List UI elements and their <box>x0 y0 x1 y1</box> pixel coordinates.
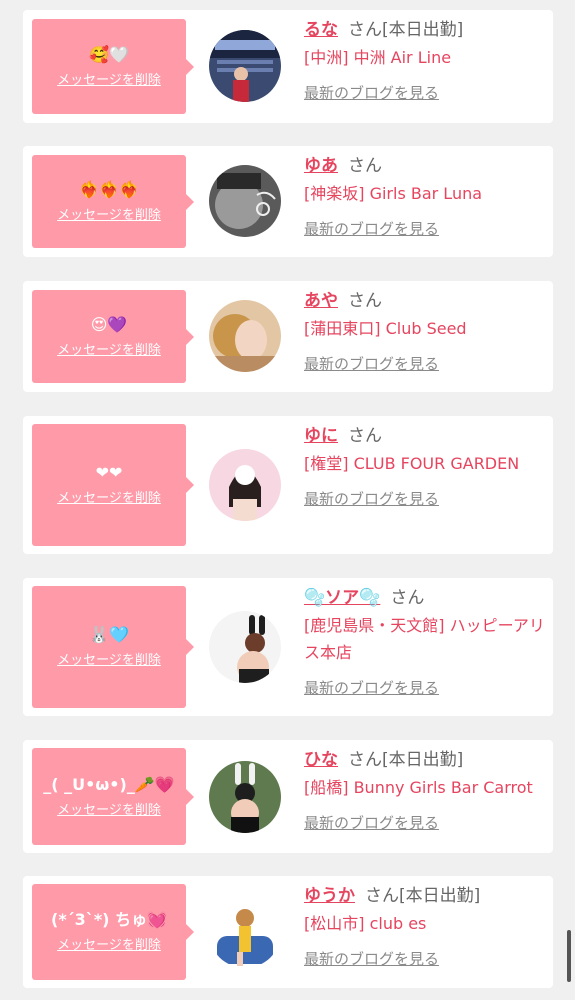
message-card: ❤❤ メッセージを削除 ゆに さん [権堂] CLUB FOUR GARDEN 最… <box>23 416 553 554</box>
message-text: ❤❤ <box>95 463 123 482</box>
latest-blog-link[interactable]: 最新のブログを見る <box>304 219 439 239</box>
shop-name: [権堂] CLUB FOUR GARDEN <box>304 454 520 473</box>
message-text: ❤️‍🔥❤️‍🔥❤️‍🔥 <box>79 179 139 199</box>
latest-blog-link[interactable]: 最新のブログを見る <box>304 678 439 698</box>
delete-message-link[interactable]: メッセージを削除 <box>57 73 161 89</box>
avatar[interactable] <box>209 30 281 102</box>
message-card: (*´3`*) ちゅ💓 メッセージを削除 ゆうか さん[本日出勤] [松山市] c… <box>23 876 553 988</box>
message-card: 😍💜 メッセージを削除 あや さん [蒲田東口] Club Seed 最新のブログ… <box>23 281 553 392</box>
attendance-status: [本日出勤] <box>382 750 464 770</box>
message-card: 🥰🤍 メッセージを削除 るな さん[本日出勤] [中洲] 中洲 Air Line … <box>23 10 553 123</box>
honorific: さん <box>348 156 382 176</box>
shop-name: [蒲田東口] Club Seed <box>304 319 467 338</box>
message-text: _( _U•ω•)_🥕💗 <box>43 774 175 794</box>
message-bubble: ❤❤ メッセージを削除 <box>32 424 194 546</box>
message-text: 🐰🩵 <box>89 625 129 644</box>
cast-name-link[interactable]: 🫧ソア🫧 <box>304 588 380 608</box>
latest-blog-link[interactable]: 最新のブログを見る <box>304 83 439 103</box>
cast-name-link[interactable]: るな <box>304 20 338 40</box>
message-card: 🐰🩵 メッセージを削除 🫧ソア🫧 さん [鹿児島県・天文館] ハッピーアリス本店 … <box>23 578 553 716</box>
scrollbar-thumb[interactable] <box>567 930 571 982</box>
honorific: さん <box>365 886 399 906</box>
cast-name-link[interactable]: あや <box>304 291 338 311</box>
cast-name-link[interactable]: ゆあ <box>304 156 338 176</box>
cast-info: ゆに さん [権堂] CLUB FOUR GARDEN 最新のブログを見る <box>304 424 549 509</box>
honorific: さん <box>348 20 382 40</box>
message-bubble: (*´3`*) ちゅ💓 メッセージを削除 <box>32 884 194 980</box>
message-bubble: 😍💜 メッセージを削除 <box>32 290 194 383</box>
shop-name: [鹿児島県・天文館] ハッピーアリス本店 <box>304 616 545 662</box>
cast-info: るな さん[本日出勤] [中洲] 中洲 Air Line 最新のブログを見る <box>304 18 549 103</box>
delete-message-link[interactable]: メッセージを削除 <box>57 208 161 224</box>
delete-message-link[interactable]: メッセージを削除 <box>57 491 161 507</box>
honorific: さん <box>348 426 382 446</box>
message-bubble: _( _U•ω•)_🥕💗 メッセージを削除 <box>32 748 194 845</box>
shop-name: [神楽坂] Girls Bar Luna <box>304 184 483 203</box>
avatar[interactable] <box>209 761 281 833</box>
cast-info: ゆうか さん[本日出勤] [松山市] club es 最新のブログを見る <box>304 884 549 969</box>
delete-message-link[interactable]: メッセージを削除 <box>57 343 161 359</box>
cast-name-link[interactable]: ゆうか <box>304 886 355 906</box>
shop-name: [中洲] 中洲 Air Line <box>304 48 452 67</box>
cast-info: あや さん [蒲田東口] Club Seed 最新のブログを見る <box>304 289 549 374</box>
message-bubble: ❤️‍🔥❤️‍🔥❤️‍🔥 メッセージを削除 <box>32 155 194 248</box>
latest-blog-link[interactable]: 最新のブログを見る <box>304 813 439 833</box>
honorific: さん <box>390 588 425 608</box>
message-card: ❤️‍🔥❤️‍🔥❤️‍🔥 メッセージを削除 ゆあ さん [神楽坂] Girls B… <box>23 146 553 257</box>
cast-name-link[interactable]: ゆに <box>304 426 338 446</box>
honorific: さん <box>348 291 382 311</box>
message-bubble: 🥰🤍 メッセージを削除 <box>32 19 194 114</box>
attendance-status: [本日出勤] <box>399 886 481 906</box>
latest-blog-link[interactable]: 最新のブログを見る <box>304 489 439 509</box>
attendance-status: [本日出勤] <box>382 20 464 40</box>
delete-message-link[interactable]: メッセージを削除 <box>57 653 161 669</box>
cast-info: 🫧ソア🫧 さん [鹿児島県・天文館] ハッピーアリス本店 最新のブログを見る <box>304 586 549 698</box>
message-text: (*´3`*) ちゅ💓 <box>51 910 167 929</box>
cast-info: ひな さん[本日出勤] [船橋] Bunny Girls Bar Carrot 最… <box>304 748 549 833</box>
delete-message-link[interactable]: メッセージを削除 <box>57 803 161 819</box>
avatar[interactable] <box>209 449 281 521</box>
honorific: さん <box>348 750 382 770</box>
cast-name-link[interactable]: ひな <box>304 750 338 770</box>
cast-info: ゆあ さん [神楽坂] Girls Bar Luna 最新のブログを見る <box>304 154 549 239</box>
delete-message-link[interactable]: メッセージを削除 <box>57 938 161 954</box>
message-text: 🥰🤍 <box>89 44 129 64</box>
avatar[interactable] <box>209 165 281 237</box>
latest-blog-link[interactable]: 最新のブログを見る <box>304 354 439 374</box>
message-card: _( _U•ω•)_🥕💗 メッセージを削除 ひな さん[本日出勤] [船橋] Bu… <box>23 740 553 853</box>
message-text: 😍💜 <box>90 314 128 334</box>
avatar[interactable] <box>209 611 281 683</box>
latest-blog-link[interactable]: 最新のブログを見る <box>304 949 439 969</box>
shop-name: [松山市] club es <box>304 914 427 933</box>
avatar[interactable] <box>209 896 281 968</box>
avatar[interactable] <box>209 300 281 372</box>
message-bubble: 🐰🩵 メッセージを削除 <box>32 586 194 708</box>
shop-name: [船橋] Bunny Girls Bar Carrot <box>304 778 533 797</box>
